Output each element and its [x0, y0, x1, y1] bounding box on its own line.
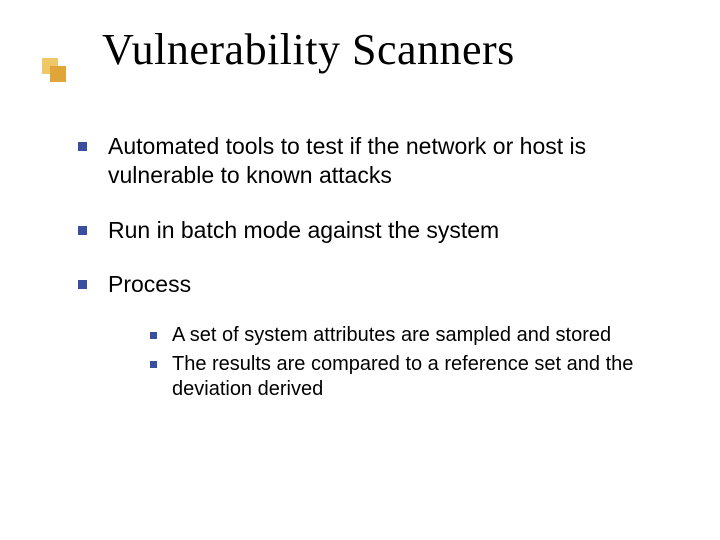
square-bullet-icon [78, 280, 87, 289]
sub-bullet-item: A set of system attributes are sampled a… [150, 323, 660, 348]
square-bullet-icon [78, 226, 87, 235]
sub-bullet-text: The results are compared to a reference … [172, 353, 633, 400]
title-area: Vulnerability Scanners [0, 0, 720, 100]
bullet-item: Run in batch mode against the system [78, 216, 660, 245]
slide-content: Automated tools to test if the network o… [0, 100, 720, 402]
sub-bullet-text: A set of system attributes are sampled a… [172, 324, 611, 346]
square-bullet-icon [150, 332, 157, 339]
slide-container: Vulnerability Scanners Automated tools t… [0, 0, 720, 540]
square-bullet-icon [78, 142, 87, 151]
bullet-text: Process [108, 271, 191, 297]
accent-square-inner [50, 66, 66, 82]
bullet-list: Automated tools to test if the network o… [78, 132, 660, 402]
bullet-text: Automated tools to test if the network o… [108, 133, 586, 188]
sub-bullet-list: A set of system attributes are sampled a… [150, 323, 660, 402]
slide-title: Vulnerability Scanners [102, 24, 720, 75]
accent-decoration [42, 58, 66, 82]
square-bullet-icon [150, 361, 157, 368]
bullet-text: Run in batch mode against the system [108, 217, 499, 243]
bullet-item: Process A set of system attributes are s… [78, 270, 660, 402]
bullet-item: Automated tools to test if the network o… [78, 132, 660, 190]
sub-bullet-item: The results are compared to a reference … [150, 352, 660, 402]
